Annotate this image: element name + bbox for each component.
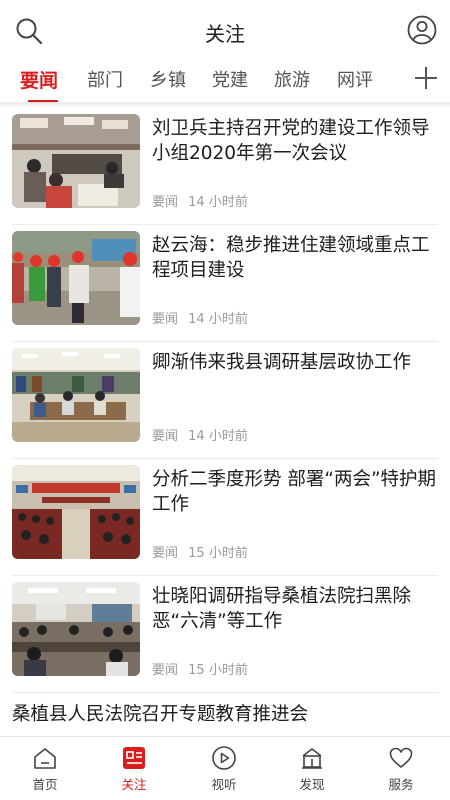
news-thumbnail[interactable] — [12, 465, 140, 559]
nav-label: 视听 — [211, 777, 237, 792]
news-source: 要闻 — [152, 663, 179, 678]
home-icon — [34, 748, 56, 769]
top-bar: 关注 — [0, 0, 450, 60]
news-meta: 要闻 14 小时前 — [152, 191, 254, 210]
tab-lvyou[interactable]: 旅游 — [274, 66, 310, 92]
nav-service[interactable]: 服务 — [366, 745, 436, 793]
news-meta: 要闻 14 小时前 — [152, 308, 254, 327]
nav-follow[interactable]: 关注 — [99, 745, 169, 793]
nav-discover[interactable]: 发现 — [277, 745, 347, 793]
news-headline[interactable]: 赵云海：稳步推进住建领域重点工程项目建设 — [152, 233, 437, 283]
news-headline[interactable]: 卿渐伟来我县调研基层政协工作 — [152, 350, 437, 375]
nav-label: 首页 — [32, 777, 58, 792]
news-time: 14 小时前 — [188, 429, 248, 444]
nav-label: 服务 — [388, 777, 414, 792]
news-item[interactable]: 刘卫兵主持召开党的建设工作领导小组2020年第一次会议 要闻 14 小时前 — [0, 108, 450, 225]
tab-wangping[interactable]: 网评 — [337, 66, 373, 92]
nav-label: 关注 — [121, 777, 147, 792]
news-source: 要闻 — [152, 546, 179, 561]
news-meta: 要闻 15 小时前 — [152, 542, 254, 561]
tab-dangjian[interactable]: 党建 — [212, 66, 248, 92]
news-time: 15 小时前 — [188, 663, 248, 678]
news-icon — [123, 747, 145, 769]
discover-icon — [302, 748, 322, 769]
news-item[interactable]: 壮晓阳调研指导桑植法院扫黑除恶“六清”等工作 要闻 15 小时前 — [0, 576, 450, 693]
category-tabs: 要闻 部门 乡镇 党建 旅游 网评 — [0, 60, 450, 104]
news-item[interactable]: 分析二季度形势 部署“两会”特护期工作 要闻 15 小时前 — [0, 459, 450, 576]
divider — [12, 692, 438, 693]
news-headline[interactable]: 壮晓阳调研指导桑植法院扫黑除恶“六清”等工作 — [152, 584, 437, 634]
news-headline[interactable]: 分析二季度形势 部署“两会”特护期工作 — [152, 467, 437, 517]
nav-video[interactable]: 视听 — [189, 745, 259, 793]
bottom-nav: 首页 关注 视听 发现 服务 — [0, 736, 450, 800]
news-source: 要闻 — [152, 195, 179, 210]
news-thumbnail[interactable] — [12, 582, 140, 676]
news-thumbnail[interactable] — [12, 231, 140, 325]
tab-bumen[interactable]: 部门 — [87, 66, 123, 92]
news-meta: 要闻 14 小时前 — [152, 425, 254, 444]
tab-yaowen[interactable]: 要闻 — [20, 66, 58, 93]
heart-icon — [389, 747, 413, 768]
add-channel-icon[interactable] — [413, 62, 439, 92]
news-thumbnail[interactable] — [12, 114, 140, 208]
news-headline[interactable]: 刘卫兵主持召开党的建设工作领导小组2020年第一次会议 — [152, 116, 437, 166]
play-icon — [212, 746, 236, 770]
news-meta: 要闻 15 小时前 — [152, 659, 254, 678]
nav-home[interactable]: 首页 — [10, 745, 80, 793]
news-headline-partial[interactable]: 桑植县人民法院召开专题教育推进会 — [12, 700, 308, 726]
news-item[interactable]: 赵云海：稳步推进住建领域重点工程项目建设 要闻 14 小时前 — [0, 225, 450, 342]
news-time: 14 小时前 — [188, 195, 248, 210]
news-time: 14 小时前 — [188, 312, 248, 327]
nav-label: 发现 — [299, 777, 325, 792]
news-source: 要闻 — [152, 429, 179, 444]
news-time: 15 小时前 — [188, 546, 248, 561]
news-thumbnail[interactable] — [12, 348, 140, 442]
news-item[interactable]: 卿渐伟来我县调研基层政协工作 要闻 14 小时前 — [0, 342, 450, 459]
news-source: 要闻 — [152, 312, 179, 327]
user-icon[interactable] — [407, 15, 437, 45]
page-title: 关注 — [205, 22, 245, 46]
tab-xiangzhen[interactable]: 乡镇 — [150, 66, 186, 92]
